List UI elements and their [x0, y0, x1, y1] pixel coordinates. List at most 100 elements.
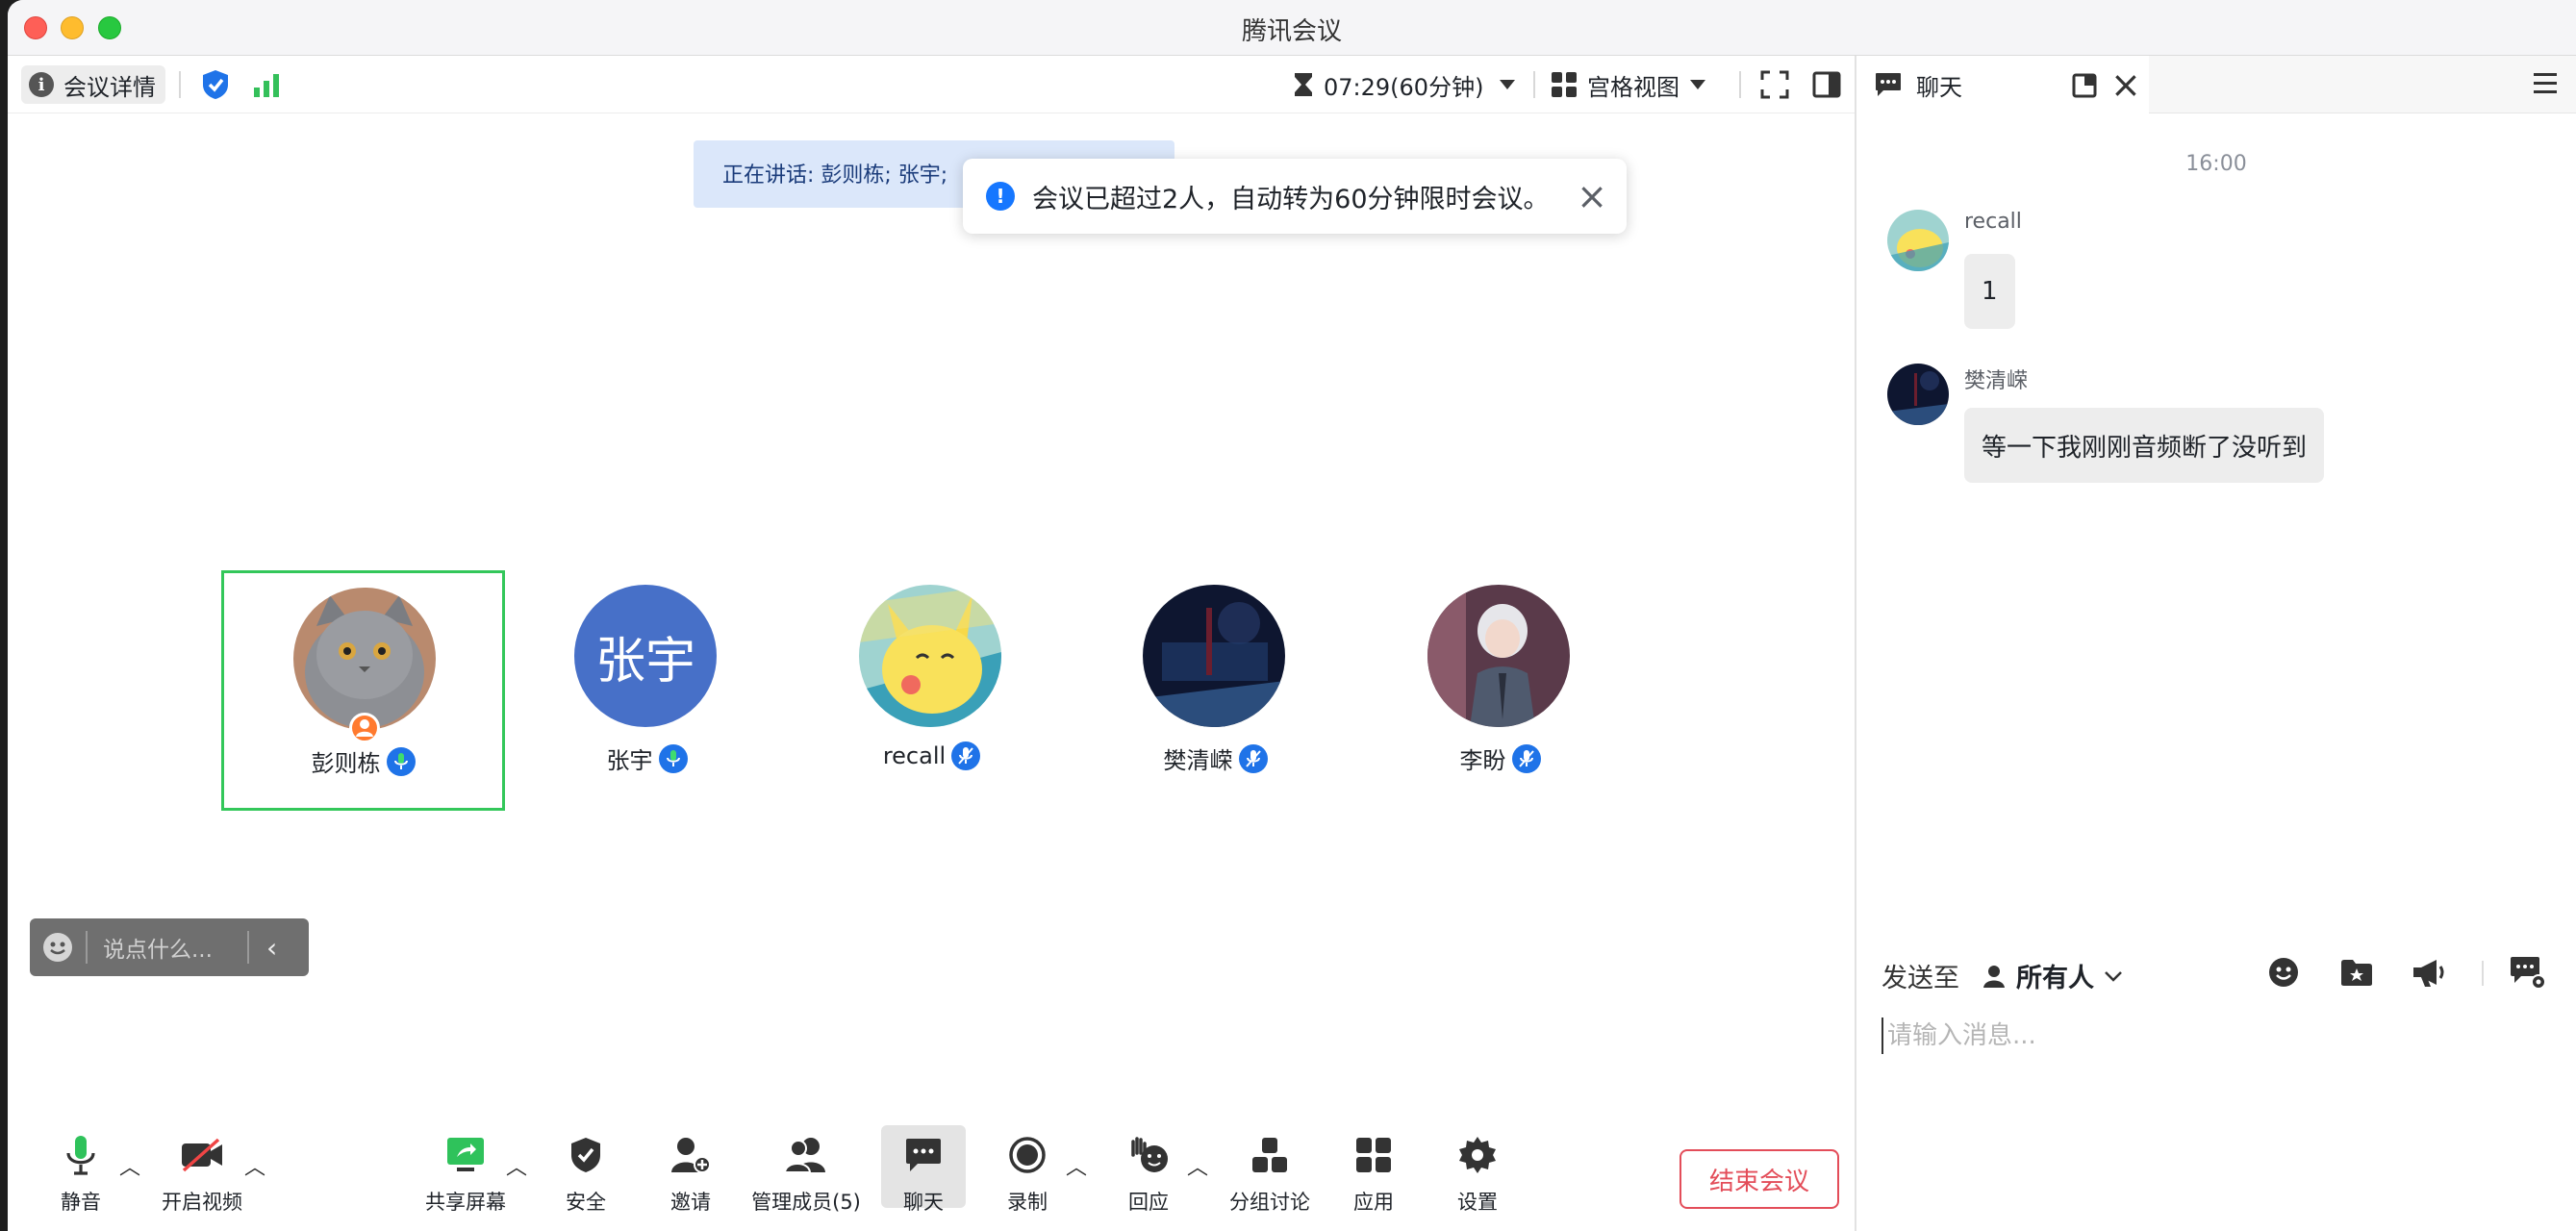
meeting-details-label: 会议详情: [63, 73, 156, 101]
breakout-rooms-button[interactable]: 分组讨论: [1212, 1121, 1327, 1231]
microphone-icon: [59, 1133, 103, 1177]
send-to-dropdown[interactable]: 所有人: [1982, 957, 2123, 994]
menu-icon[interactable]: [2532, 71, 2559, 100]
security-button[interactable]: 安全: [528, 1121, 644, 1231]
chevron-down-icon: [2105, 970, 2122, 982]
view-mode-label: 宫格视图: [1587, 73, 1679, 101]
tab-chat[interactable]: 聊天 ×: [1856, 56, 2149, 113]
chevron-down-icon: [1690, 80, 1705, 89]
quick-chat-bar[interactable]: 说点什么... ‹: [30, 918, 309, 976]
notification-toast: ! 会议已超过2人，自动转为60分钟限时会议。 ×: [963, 159, 1627, 234]
fullscreen-icon[interactable]: [1760, 65, 1789, 104]
participant-name: 樊清嵘: [1163, 747, 1233, 774]
view-mode-dropdown[interactable]: 宫格视图: [1551, 65, 1706, 104]
close-icon[interactable]: ×: [2110, 63, 2141, 106]
share-options-caret[interactable]: ︿: [506, 1150, 527, 1181]
microphone-icon: [658, 743, 688, 773]
microphone-muted-icon: [1511, 743, 1541, 773]
participant-tile[interactable]: 樊清嵘: [1073, 570, 1357, 811]
reactions-options-caret[interactable]: ︿: [1187, 1150, 1208, 1181]
avatar: [1427, 585, 1570, 727]
emoji-icon[interactable]: [43, 933, 72, 962]
start-video-button[interactable]: 开启视频: [144, 1121, 260, 1231]
participant-name-row: 张宇: [505, 741, 789, 775]
separator: [179, 71, 181, 98]
record-label: 录制: [1007, 1191, 1048, 1214]
avatar: [1887, 210, 1949, 271]
settings-button[interactable]: 设置: [1420, 1121, 1535, 1231]
user-icon: [1983, 965, 2005, 988]
chat-label: 聊天: [903, 1191, 944, 1214]
window-title: 腾讯会议: [1241, 17, 1342, 46]
participant-name: 张宇: [606, 747, 653, 774]
network-signal-icon[interactable]: [252, 65, 281, 104]
send-to-target: 所有人: [2016, 964, 2094, 993]
file-folder-icon[interactable]: [2337, 953, 2376, 992]
reactions-label: 回应: [1128, 1191, 1169, 1214]
participant-tile[interactable]: 张宇 张宇: [505, 570, 789, 811]
meeting-top-bar: i 会议详情 07:29(60分钟) 宫格视图: [8, 56, 1855, 113]
manage-members-label: 管理成员(5): [751, 1191, 861, 1214]
send-to-label: 发送至: [1881, 964, 1959, 993]
microphone-icon: [386, 746, 416, 776]
apps-label: 应用: [1353, 1191, 1394, 1214]
chevron-down-icon: [1500, 80, 1516, 89]
alert-icon: !: [986, 182, 1015, 211]
separator: [1533, 71, 1535, 98]
avatar: [859, 585, 1001, 727]
separator: [86, 931, 88, 964]
chat-button[interactable]: 聊天: [881, 1125, 966, 1214]
quick-chat-placeholder[interactable]: 说点什么...: [103, 931, 247, 964]
end-meeting-button[interactable]: 结束会议: [1679, 1149, 1839, 1209]
meeting-details-button[interactable]: i 会议详情: [21, 65, 165, 104]
chat-timestamp: 16:00: [2185, 152, 2247, 176]
security-shield-icon[interactable]: [200, 65, 231, 104]
send-to-bar: 发送至 所有人: [1856, 945, 2576, 1003]
meeting-timer[interactable]: 07:29(60分钟): [1293, 65, 1516, 104]
record-options-caret[interactable]: ︿: [1066, 1150, 1087, 1181]
chat-bubble-icon: [901, 1137, 946, 1173]
message-sender: recall: [1964, 210, 2022, 234]
hourglass-icon: [1295, 73, 1312, 96]
announcement-icon[interactable]: [2411, 953, 2449, 992]
record-icon: [1005, 1133, 1049, 1177]
timer-text: 07:29(60分钟): [1324, 73, 1484, 101]
emoji-icon[interactable]: [2264, 953, 2303, 992]
participant-tile[interactable]: recall: [790, 570, 1073, 811]
gear-icon: [1455, 1133, 1500, 1177]
separator: [247, 931, 249, 964]
avatar: 张宇: [574, 585, 717, 727]
start-video-label: 开启视频: [162, 1191, 242, 1214]
participant-tile[interactable]: 李盼: [1358, 570, 1642, 811]
close-icon[interactable]: ×: [1577, 178, 1607, 214]
participant-name: 李盼: [1459, 747, 1506, 774]
avatar: [293, 588, 436, 730]
title-bar: 腾讯会议: [8, 0, 2576, 56]
participant-tile[interactable]: 彭则栋: [221, 570, 505, 811]
mute-options-caret[interactable]: ︿: [119, 1150, 140, 1181]
participant-name-row: 彭则栋: [224, 744, 502, 778]
manage-members-button[interactable]: 管理成员(5): [748, 1121, 864, 1231]
message-bubble: 1: [1964, 254, 2015, 329]
chevron-left-icon[interactable]: ‹: [266, 932, 277, 964]
video-options-caret[interactable]: ︿: [244, 1150, 265, 1181]
video-off-icon: [180, 1133, 224, 1177]
avatar-initials: 张宇: [594, 632, 695, 691]
participant-name: 彭则栋: [311, 750, 381, 777]
share-screen-icon: [443, 1133, 488, 1177]
meeting-window: 腾讯会议 i 会议详情 07:29(60分钟) 宫格视图 正在讲话: 彭则栋; …: [8, 0, 2576, 1231]
invite-label: 邀请: [670, 1191, 711, 1214]
share-screen-label: 共享屏幕: [425, 1191, 506, 1214]
apps-button[interactable]: 应用: [1316, 1121, 1431, 1231]
sidebar-toggle-icon[interactable]: [1812, 65, 1841, 104]
participant-name-row: 李盼: [1358, 741, 1642, 775]
bottom-toolbar: 静音 ︿ 开启视频 ︿ 共享屏幕 ︿ 安全 邀请 管理成员(5) 聊天 录制 ︿…: [8, 1121, 1855, 1231]
info-icon: i: [29, 72, 54, 97]
microphone-muted-icon: [951, 741, 981, 770]
pop-out-icon[interactable]: [2072, 71, 2099, 104]
participant-name-row: recall: [790, 741, 1073, 770]
chat-message-input[interactable]: [1881, 1017, 2545, 1054]
breakout-icon: [1248, 1133, 1292, 1177]
invite-button[interactable]: 邀请: [633, 1121, 748, 1231]
chat-settings-icon[interactable]: [2509, 953, 2547, 992]
